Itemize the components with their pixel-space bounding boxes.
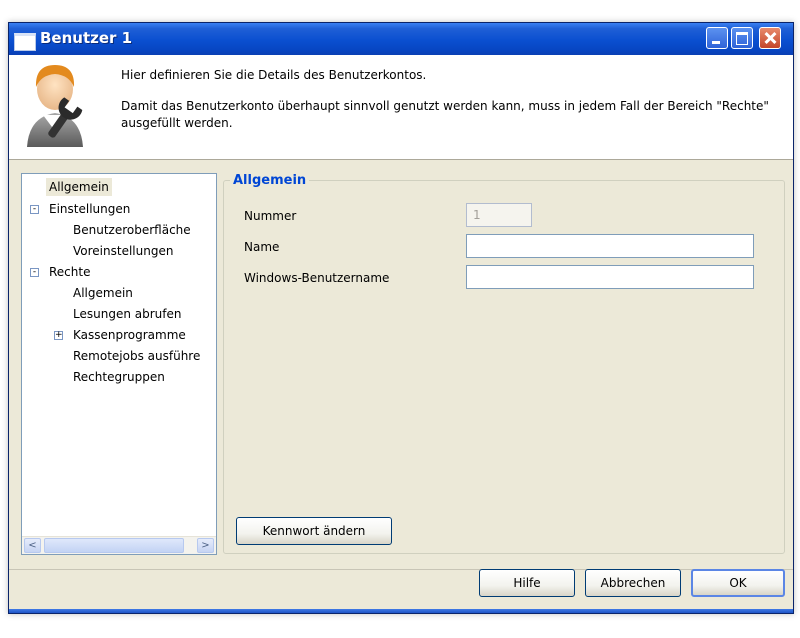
tree-item-allgemein[interactable]: Allgemein xyxy=(46,178,112,196)
dialog-header: Hier definieren Sie die Details des Benu… xyxy=(9,55,793,160)
tree-expander-einstellungen[interactable]: - xyxy=(30,205,39,214)
group-title: Allgemein xyxy=(230,173,310,188)
tree-item-rechte-allgemein[interactable]: Allgemein xyxy=(70,284,136,302)
maximize-button[interactable] xyxy=(731,27,753,49)
tree-item-voreinstellungen[interactable]: Voreinstellungen xyxy=(70,242,176,260)
header-line-2: Damit das Benutzerkonto überhaupt sinnvo… xyxy=(121,99,769,130)
tree-horizontal-scrollbar[interactable]: < > xyxy=(22,536,216,554)
user-wrench-icon xyxy=(27,65,83,147)
tree-item-remotejobs[interactable]: Remotejobs ausführe xyxy=(70,347,203,365)
nummer-field[interactable] xyxy=(466,203,532,227)
windows-username-field[interactable] xyxy=(466,265,754,289)
general-group: Allgemein Nummer Name Windows-Benutzerna… xyxy=(223,173,785,554)
help-button[interactable]: Hilfe xyxy=(479,569,575,597)
windows-username-label: Windows-Benutzername xyxy=(244,271,390,285)
name-label: Name xyxy=(244,240,280,254)
ok-button[interactable]: OK xyxy=(691,569,785,597)
navigation-tree[interactable]: Allgemein - Einstellungen Benutzeroberfl… xyxy=(22,174,216,536)
name-field[interactable] xyxy=(466,234,754,258)
window-bottom-border xyxy=(9,609,793,613)
nummer-label: Nummer xyxy=(244,209,297,223)
tree-expander-rechte[interactable]: - xyxy=(30,268,39,277)
navigation-tree-panel: Allgemein - Einstellungen Benutzeroberfl… xyxy=(21,173,217,555)
scroll-right-button[interactable]: > xyxy=(197,538,214,553)
tree-item-benutzeroberflaeche[interactable]: Benutzeroberfläche xyxy=(70,221,194,239)
tree-item-einstellungen[interactable]: Einstellungen xyxy=(46,200,133,218)
tree-expander-kassenprogramme[interactable]: + xyxy=(54,331,63,340)
title-bar[interactable]: Benutzer 1 xyxy=(9,23,793,55)
scroll-left-button[interactable]: < xyxy=(24,538,41,553)
cancel-button[interactable]: Abbrechen xyxy=(585,569,681,597)
window-icon xyxy=(14,33,36,51)
change-password-button[interactable]: Kennwort ändern xyxy=(236,517,392,545)
header-text: Hier definieren Sie die Details des Benu… xyxy=(121,67,781,146)
tree-item-lesungen-abrufen[interactable]: Lesungen abrufen xyxy=(70,305,184,323)
minimize-button[interactable] xyxy=(706,27,728,49)
window-title: Benutzer 1 xyxy=(40,29,133,47)
scrollbar-thumb[interactable] xyxy=(44,538,184,553)
user-dialog: Benutzer 1 Hier definieren Sie die Detai… xyxy=(8,22,794,614)
tree-item-kassenprogramme[interactable]: Kassenprogramme xyxy=(70,326,189,344)
tree-item-rechte[interactable]: Rechte xyxy=(46,263,93,281)
header-line-1: Hier definieren Sie die Details des Benu… xyxy=(121,68,427,82)
close-button[interactable] xyxy=(759,27,781,49)
tree-item-rechtegruppen[interactable]: Rechtegruppen xyxy=(70,368,168,386)
